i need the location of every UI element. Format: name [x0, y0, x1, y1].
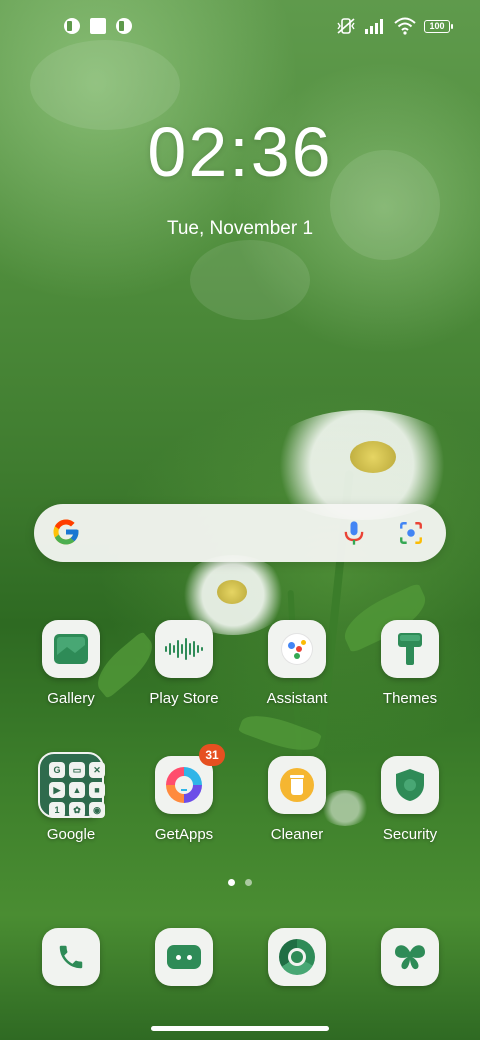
- clock-date[interactable]: Tue, November 1: [0, 218, 480, 240]
- google-mini-icon: G: [49, 762, 65, 778]
- wifi-icon: [394, 17, 416, 35]
- meet-mini-icon: ■: [89, 782, 105, 798]
- daisy-center: [350, 441, 396, 473]
- dock-phone[interactable]: [16, 928, 126, 986]
- notification-icons: [64, 18, 132, 34]
- trash-icon: [268, 756, 326, 814]
- gesture-navigation-bar[interactable]: [151, 1026, 329, 1031]
- square-notification-icon: [90, 18, 106, 34]
- bokeh: [190, 240, 310, 320]
- gmail-mini-icon: ▭: [69, 762, 85, 778]
- app-label: Gallery: [47, 690, 95, 707]
- battery-icon: 100: [424, 19, 453, 33]
- page-dot-active[interactable]: [228, 879, 235, 886]
- app-label: Themes: [382, 690, 438, 707]
- status-bar: 100: [0, 14, 480, 42]
- app-notification-icon: [64, 18, 80, 34]
- youtube-mini-icon: ▶: [49, 782, 65, 798]
- google-g-icon: [53, 519, 79, 545]
- gallery-icon: [42, 620, 100, 678]
- app-label: Assistant: [266, 690, 328, 707]
- mic-icon[interactable]: [340, 519, 368, 547]
- messages-icon: [155, 928, 213, 986]
- notification-badge: 31: [199, 744, 225, 766]
- app-themes[interactable]: Themes: [355, 620, 465, 707]
- shield-icon: [381, 756, 439, 814]
- leaf: [237, 707, 323, 759]
- app-folder-google[interactable]: G ▭ ✕ ▶ ▲ ■ 1 ✿ ◉ Google: [16, 752, 126, 843]
- app-label: Security: [382, 826, 438, 843]
- paintbrush-icon: [381, 620, 439, 678]
- app-label: GetApps: [154, 826, 214, 843]
- maps-mini-icon: ✕: [89, 762, 105, 778]
- clock-time[interactable]: 02:36: [0, 112, 480, 192]
- lens-icon[interactable]: [398, 520, 424, 546]
- butterfly-icon: [381, 928, 439, 986]
- daisy-center: [217, 580, 247, 604]
- duo-mini-icon: ◉: [89, 802, 105, 818]
- dock-chrome[interactable]: [242, 928, 352, 986]
- app-cleaner[interactable]: Cleaner: [242, 756, 352, 843]
- drive-mini-icon: ▲: [69, 782, 85, 798]
- chrome-icon: [268, 928, 326, 986]
- page-dot[interactable]: [245, 879, 252, 886]
- signal-icon: [365, 19, 383, 34]
- app-assistant[interactable]: Assistant: [242, 620, 352, 707]
- app-gallery[interactable]: Gallery: [16, 620, 126, 707]
- google-search-bar[interactable]: [34, 504, 446, 562]
- phone-icon: [42, 928, 100, 986]
- system-icons: 100: [336, 17, 453, 35]
- dock-messages[interactable]: [129, 928, 239, 986]
- vibrate-off-icon: [337, 18, 355, 34]
- soundwave-icon: [155, 620, 213, 678]
- app-play-store[interactable]: Play Store: [129, 620, 239, 707]
- calendar-mini-icon: 1: [49, 802, 65, 818]
- dock-butterfly-app[interactable]: [355, 928, 465, 986]
- app-label: Play Store: [149, 690, 219, 707]
- page-indicator[interactable]: [0, 879, 480, 886]
- photos-mini-icon: ✿: [69, 802, 85, 818]
- getapps-icon: 31: [155, 744, 225, 814]
- folder-icon: G ▭ ✕ ▶ ▲ ■ 1 ✿ ◉: [38, 752, 105, 818]
- app-label: Google: [46, 826, 96, 843]
- app-security[interactable]: Security: [355, 756, 465, 843]
- assistant-icon: [268, 620, 326, 678]
- app-getapps[interactable]: 31 GetApps: [129, 744, 239, 843]
- app-label: Cleaner: [270, 826, 324, 843]
- app-notification-icon: [116, 18, 132, 34]
